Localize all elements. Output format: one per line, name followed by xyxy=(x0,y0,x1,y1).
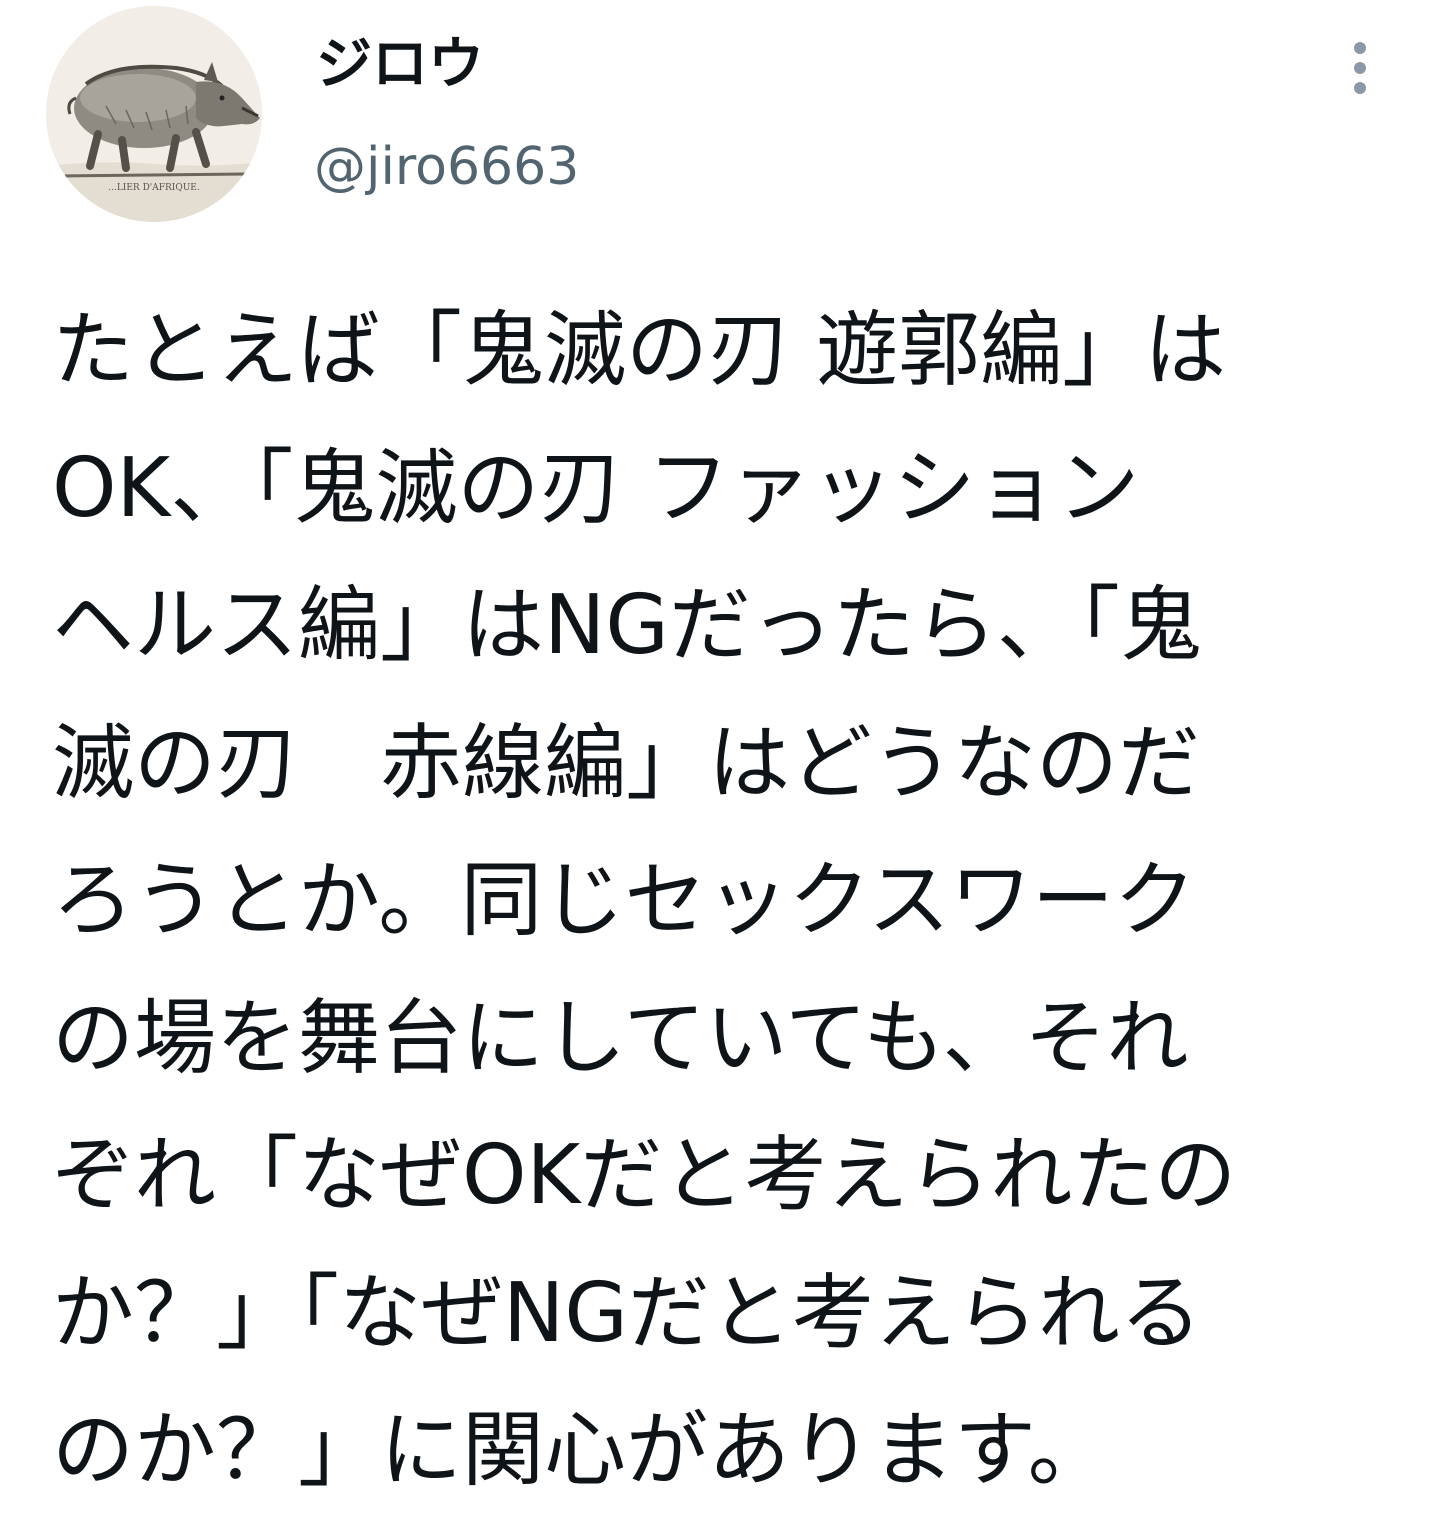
avatar-caption: ...LIER D'AFRIQUE. xyxy=(108,183,200,193)
tweet-text-line: OK、「鬼滅の刃 ファッション xyxy=(52,440,1140,536)
more-vertical-icon xyxy=(1354,42,1366,94)
tweet-text: たとえば「鬼滅の刃 遊郭編」は OK、「鬼滅の刃 ファッション ヘルス編」はNG… xyxy=(52,282,1342,1520)
display-name[interactable]: ジロウ xyxy=(316,30,484,100)
tweet: ...LIER D'AFRIQUE. ジロウ @jiro6663 たとえば「鬼滅… xyxy=(0,0,1440,1516)
avatar[interactable]: ...LIER D'AFRIQUE. xyxy=(46,6,262,222)
tweet-text-line: ぞれ「なぜOKだと考えられたの xyxy=(52,1128,1237,1223)
boar-illustration-avatar-icon: ...LIER D'AFRIQUE. xyxy=(46,6,262,222)
tweet-text-line: ろうとか。同じセックスワーク xyxy=(52,853,1196,948)
tweet-text-line: か？」「なぜNGだと考えられる xyxy=(52,1265,1202,1361)
tweet-text-line: 滅の刃 赤線編」はどうなのだ xyxy=(52,715,1201,811)
tweet-text-line: の場を舞台にしていても、それ xyxy=(52,990,1189,1086)
more-options-button[interactable] xyxy=(1336,36,1384,100)
tweet-text-line: ヘルス編」はNGだったら、「鬼 xyxy=(52,578,1202,673)
tweet-text-line: たとえば「鬼滅の刃 遊郭編」は xyxy=(52,303,1227,398)
tweet-text-line: のか？」に関心があります。 xyxy=(52,1403,1110,1498)
user-handle[interactable]: @jiro6663 xyxy=(314,134,579,200)
